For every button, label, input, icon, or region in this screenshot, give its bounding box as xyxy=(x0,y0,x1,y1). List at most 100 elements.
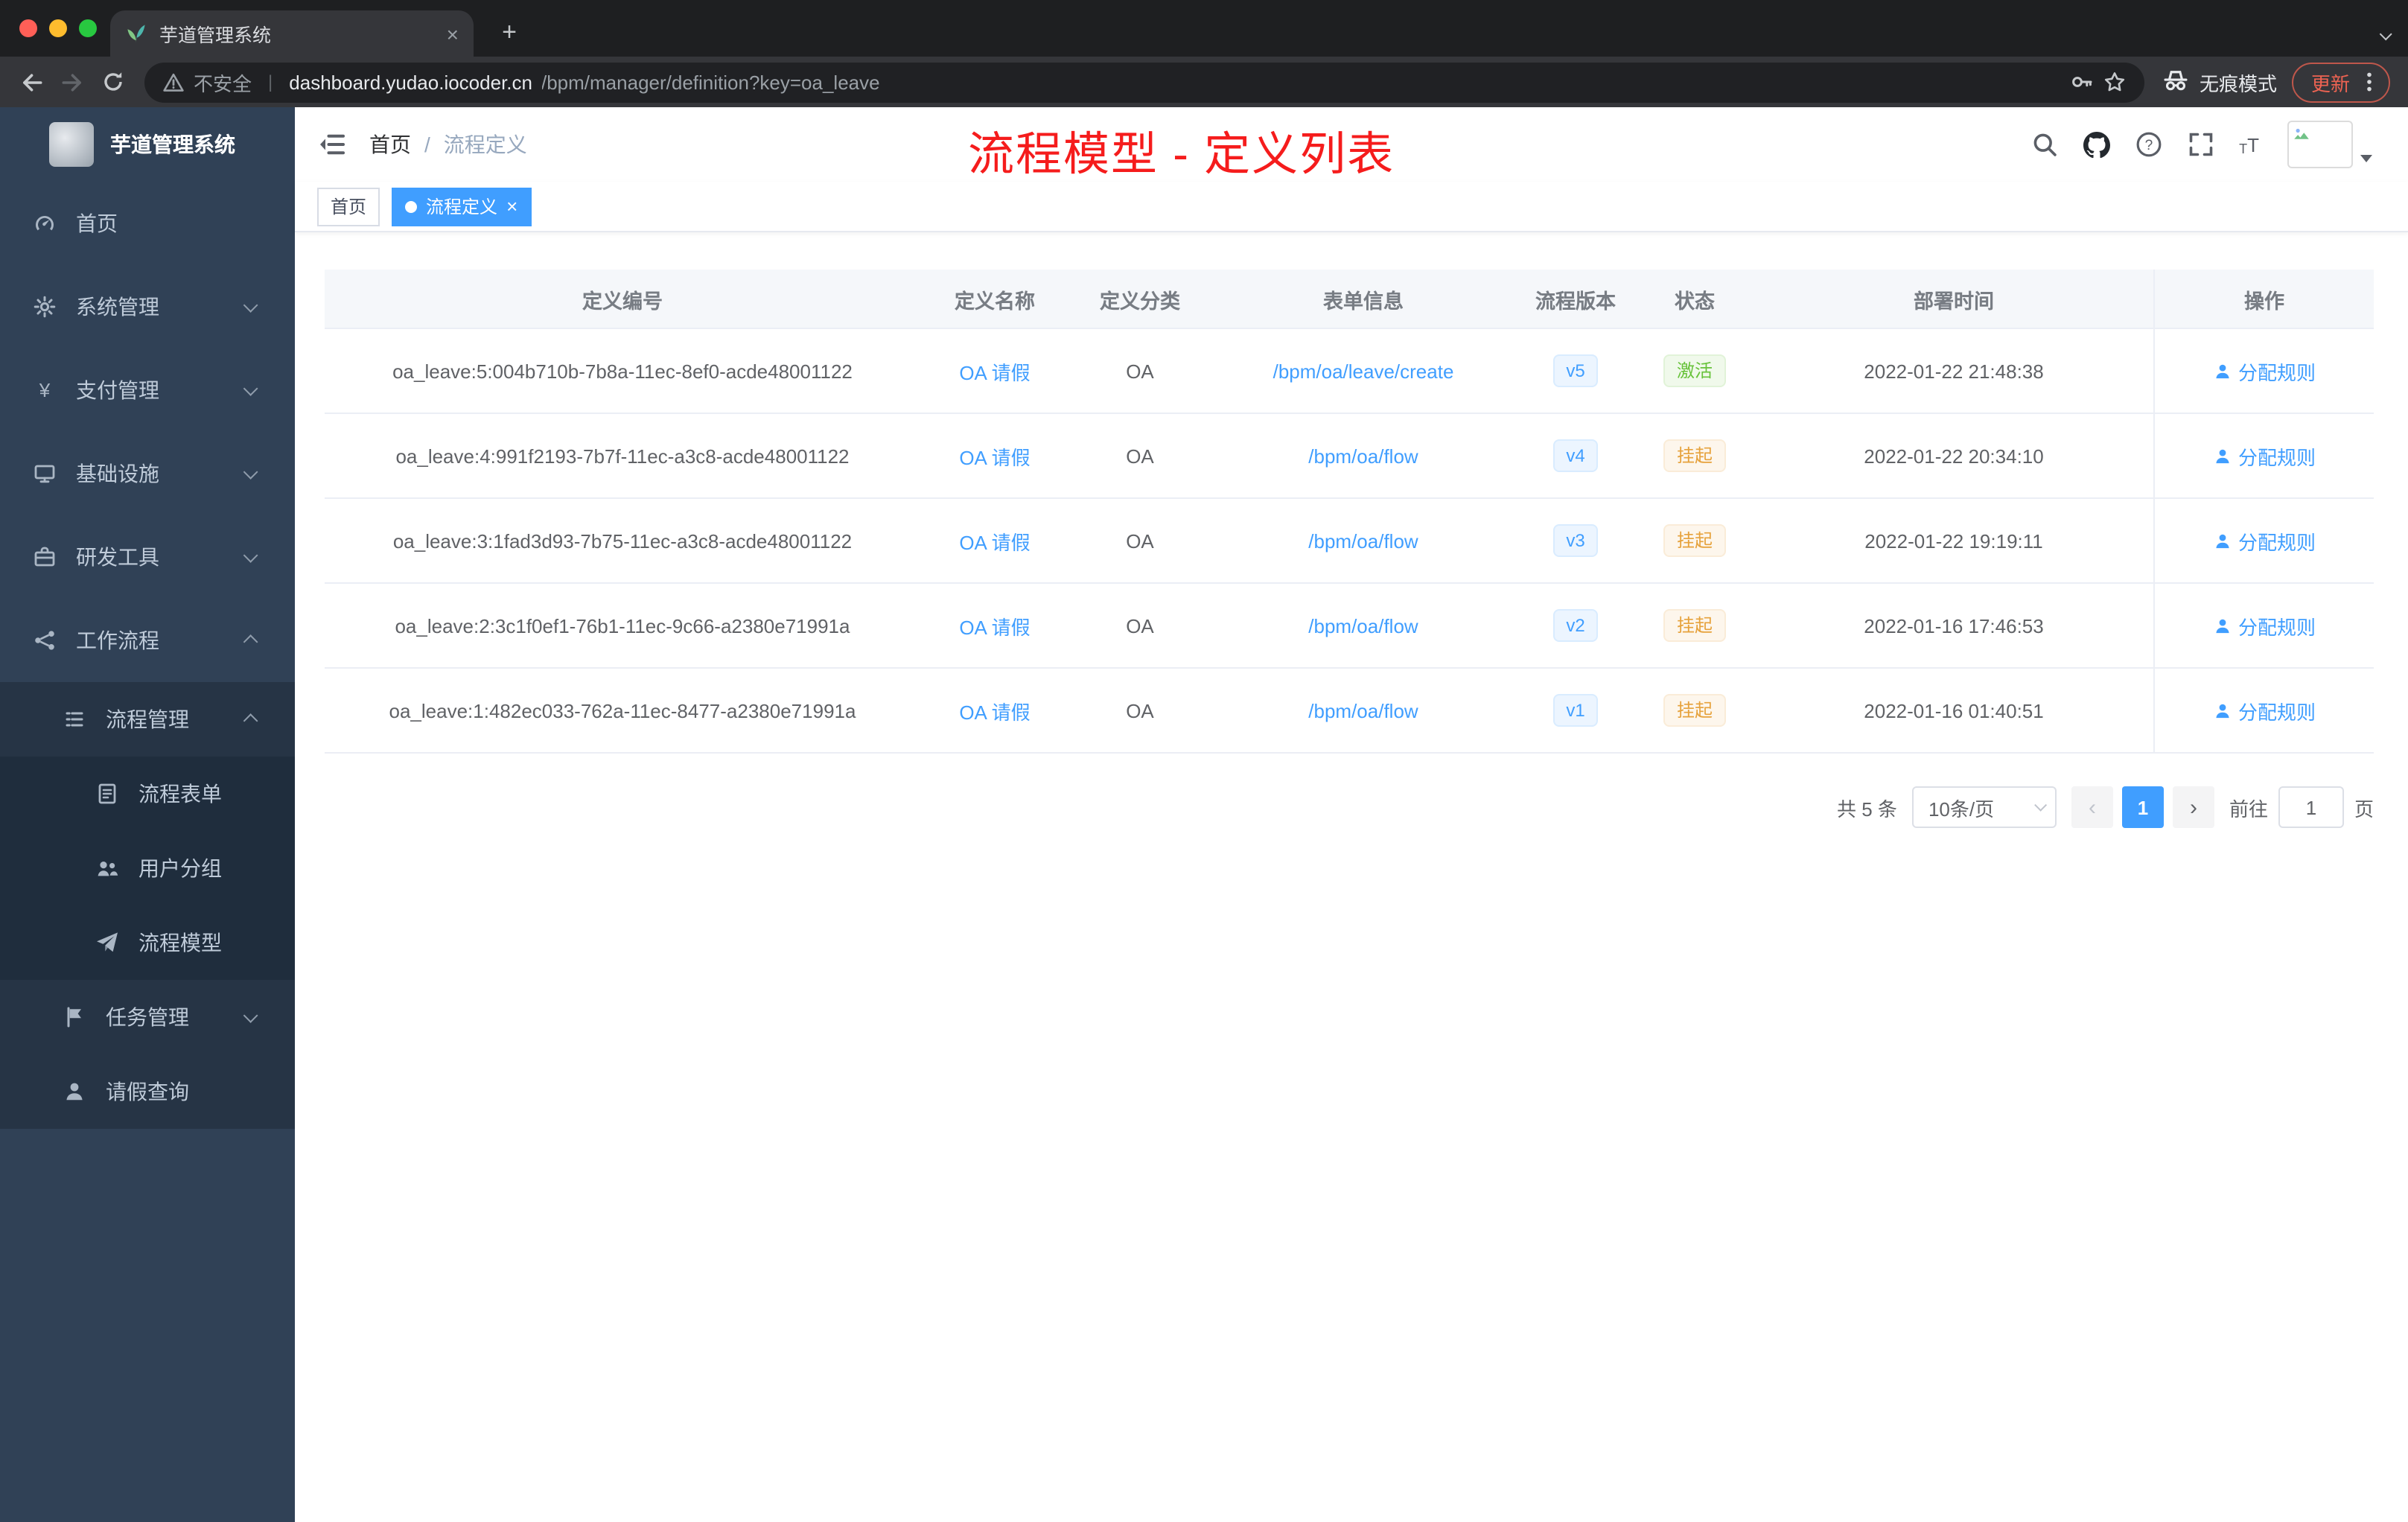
sidebar-item-process-form[interactable]: 流程表单 xyxy=(0,757,295,831)
pagination-total: 共 5 条 xyxy=(1837,797,1897,820)
version-badge: v3 xyxy=(1552,524,1599,557)
tag-process-definition[interactable]: 流程定义 × xyxy=(392,187,532,226)
back-icon[interactable] xyxy=(12,62,52,102)
cell-category: OA xyxy=(1126,529,1154,552)
browser-menu-dots-icon[interactable] xyxy=(2357,70,2381,94)
form-info-link[interactable]: /bpm/oa/flow xyxy=(1308,699,1418,722)
tag-close-icon[interactable]: × xyxy=(506,197,517,216)
tab-search-chevron-icon[interactable] xyxy=(2379,19,2392,46)
sidebar-item-label: 支付管理 xyxy=(76,378,159,402)
sidebar-item-leave-query[interactable]: 请假查询 xyxy=(0,1054,295,1129)
font-size-icon[interactable]: TT xyxy=(2239,133,2259,156)
cell-definition-id: oa_leave:3:1fad3d93-7b75-11ec-a3c8-acde4… xyxy=(392,529,853,552)
form-info-link[interactable]: /bpm/oa/flow xyxy=(1308,445,1418,467)
assign-rule-link[interactable]: 分配规则 xyxy=(2213,526,2316,555)
col-header-id: 定义编号 xyxy=(582,290,663,312)
sidebar-item-payment[interactable]: ¥ 支付管理 xyxy=(0,348,295,432)
tab-close-icon[interactable]: × xyxy=(447,22,459,45)
update-button[interactable]: 更新 xyxy=(2291,62,2390,102)
form-info-link[interactable]: /bpm/oa/flow xyxy=(1308,614,1418,637)
form-info-link[interactable]: /bpm/oa/flow xyxy=(1308,529,1418,552)
user-icon xyxy=(63,1080,86,1104)
sidebar-item-system[interactable]: 系统管理 xyxy=(0,265,295,348)
chevron-down-icon xyxy=(244,1008,258,1022)
sidebar-item-workflow[interactable]: 工作流程 xyxy=(0,599,295,682)
workflow-icon xyxy=(33,628,57,652)
cell-category: OA xyxy=(1126,614,1154,637)
cell-deploy-time: 2022-01-22 21:48:38 xyxy=(1864,360,2044,382)
assign-rule-link[interactable]: 分配规则 xyxy=(2213,442,2316,470)
definition-name-link[interactable]: OA 请假 xyxy=(959,357,1030,385)
sidebar-toggle-icon[interactable] xyxy=(317,130,347,159)
incognito-icon xyxy=(2162,66,2189,98)
col-header-status: 状态 xyxy=(1675,290,1715,312)
new-tab-button[interactable]: + xyxy=(491,15,527,51)
reload-icon[interactable] xyxy=(92,62,133,102)
tags-view-bar: 首页 流程定义 × xyxy=(295,182,2408,232)
prev-page-button[interactable]: ‹ xyxy=(2071,786,2113,828)
forward-icon[interactable] xyxy=(52,62,92,102)
assign-rule-link[interactable]: 分配规则 xyxy=(2213,696,2316,725)
security-warning-icon[interactable] xyxy=(162,71,185,93)
cell-definition-id: oa_leave:4:991f2193-7b7f-11ec-a3c8-acde4… xyxy=(395,445,850,467)
cell-deploy-time: 2022-01-22 19:19:11 xyxy=(1864,529,2043,552)
person-icon xyxy=(2216,703,2229,718)
maximize-window-button[interactable] xyxy=(79,19,97,37)
tag-label: 首页 xyxy=(331,197,367,217)
breadcrumb-home[interactable]: 首页 xyxy=(369,130,411,159)
sidebar-item-process-model[interactable]: 流程模型 xyxy=(0,905,295,980)
close-window-button[interactable] xyxy=(19,19,37,37)
sidebar-item-process-management[interactable]: 流程管理 xyxy=(0,682,295,757)
person-icon xyxy=(2216,618,2229,633)
dashboard-icon xyxy=(33,211,57,235)
tag-home[interactable]: 首页 xyxy=(317,187,380,226)
definition-name-link[interactable]: OA 请假 xyxy=(959,526,1030,555)
screen: 芋道管理系统 × + 不安全 | dashboard.yudao.iocoder… xyxy=(0,0,2408,1522)
assign-rule-link[interactable]: 分配规则 xyxy=(2213,611,2316,640)
monitor-icon xyxy=(33,462,57,485)
cell-deploy-time: 2022-01-16 01:40:51 xyxy=(1864,699,2044,722)
sidebar-item-user-group[interactable]: 用户分组 xyxy=(0,831,295,905)
table-row: oa_leave:1:482ec033-762a-11ec-8477-a2380… xyxy=(325,669,2374,754)
sidebar-item-infrastructure[interactable]: 基础设施 xyxy=(0,432,295,515)
cell-definition-id: oa_leave:2:3c1f0ef1-76b1-11ec-9c66-a2380… xyxy=(395,614,850,637)
definition-name-link[interactable]: OA 请假 xyxy=(959,442,1030,470)
assign-rule-link[interactable]: 分配规则 xyxy=(2213,357,2316,385)
definition-table: 定义编号 定义名称 定义分类 表单信息 流程版本 状态 部署时间 操作 oa_l… xyxy=(325,270,2374,754)
minimize-window-button[interactable] xyxy=(49,19,67,37)
bookmark-star-icon[interactable] xyxy=(2103,70,2127,94)
sidebar-item-home[interactable]: 首页 xyxy=(0,182,295,265)
github-icon[interactable] xyxy=(2083,131,2110,158)
fullscreen-icon[interactable] xyxy=(2187,131,2214,158)
page-number-button[interactable]: 1 xyxy=(2121,786,2164,828)
person-icon xyxy=(2216,533,2229,548)
sidebar-item-label: 请假查询 xyxy=(106,1080,189,1104)
address-bar[interactable]: 不安全 | dashboard.yudao.iocoder.cn/bpm/man… xyxy=(144,62,2144,102)
sidebar-item-label: 流程管理 xyxy=(106,707,189,731)
definition-name-link[interactable]: OA 请假 xyxy=(959,611,1030,640)
status-badge: 挂起 xyxy=(1663,609,1726,642)
sidebar-item-label: 研发工具 xyxy=(76,545,159,569)
help-icon[interactable]: ? xyxy=(2135,131,2162,158)
sidebar-item-task-management[interactable]: 任务管理 xyxy=(0,980,295,1054)
password-key-icon[interactable] xyxy=(2070,70,2094,94)
cell-definition-id: oa_leave:1:482ec033-762a-11ec-8477-a2380… xyxy=(389,699,856,722)
app-window: 芋道管理系统 首页 系统管理 ¥ 支付管理 基础设施 研发工具 工作流程 流程管… xyxy=(0,107,2408,1522)
sidebar-logo[interactable]: 芋道管理系统 xyxy=(0,107,295,182)
window-controls xyxy=(0,19,118,37)
document-icon xyxy=(95,782,119,806)
search-icon[interactable] xyxy=(2030,131,2057,158)
sidebar-item-devtools[interactable]: 研发工具 xyxy=(0,515,295,599)
definition-name-link[interactable]: OA 请假 xyxy=(959,696,1030,725)
page-content: 定义编号 定义名称 定义分类 表单信息 流程版本 状态 部署时间 操作 oa_l… xyxy=(295,232,2408,828)
browser-tab[interactable]: 芋道管理系统 × xyxy=(110,10,474,57)
col-header-version: 流程版本 xyxy=(1535,290,1616,312)
chevron-down-icon xyxy=(244,298,258,312)
page-size-select[interactable]: 10条/页 xyxy=(1911,786,2057,828)
user-avatar[interactable] xyxy=(2287,121,2372,168)
form-info-link[interactable]: /bpm/oa/leave/create xyxy=(1273,360,1454,382)
version-badge: v4 xyxy=(1552,439,1599,472)
next-page-button[interactable]: › xyxy=(2172,786,2214,828)
goto-page-input[interactable] xyxy=(2278,786,2344,828)
logo-title: 芋道管理系统 xyxy=(110,133,235,156)
